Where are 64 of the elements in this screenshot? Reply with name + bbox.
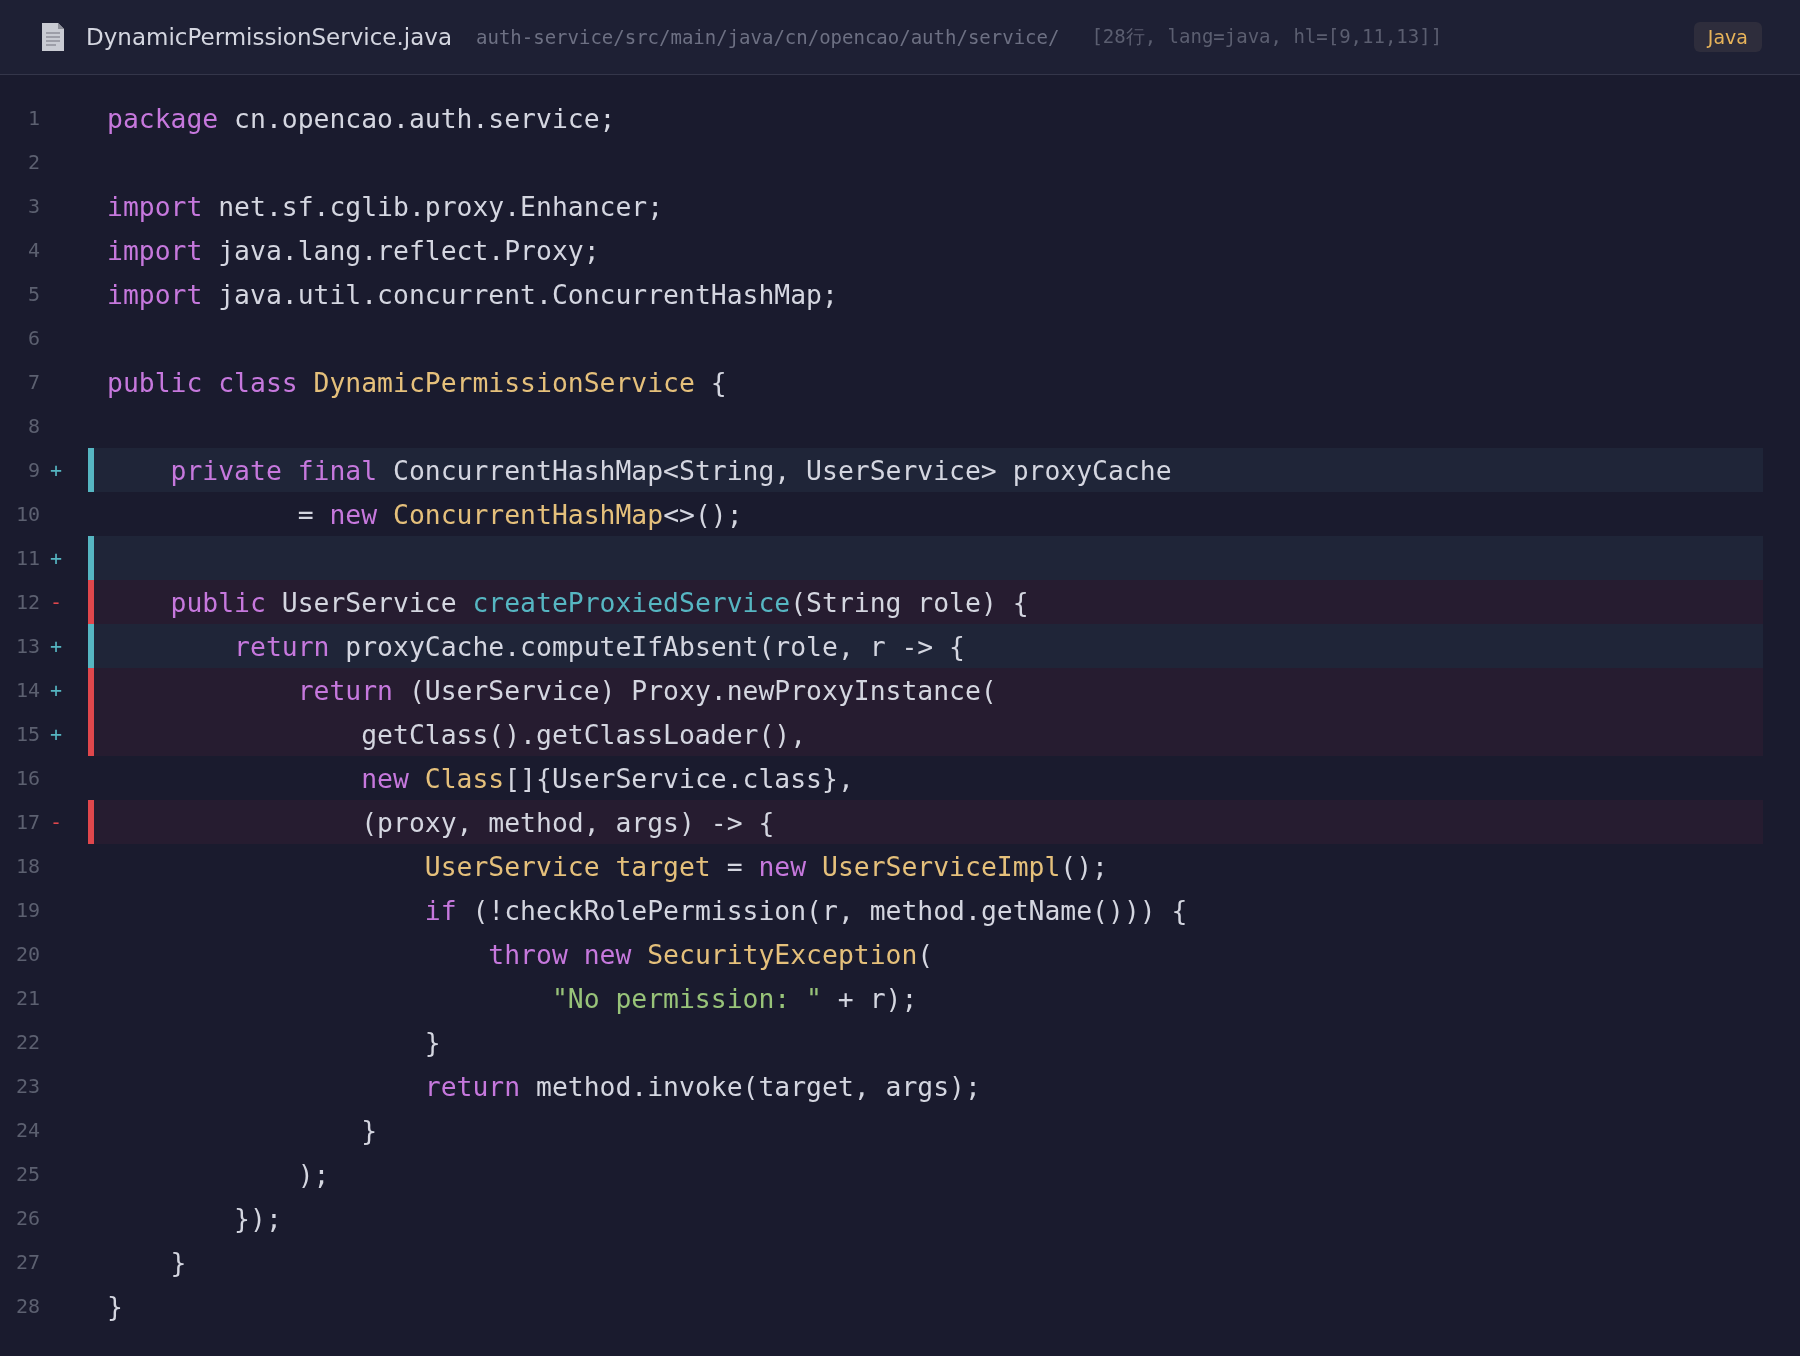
diff-marker: + (49, 634, 63, 658)
line-number: 28 (14, 1294, 40, 1318)
diff-marker: - (49, 810, 63, 834)
line-number: 8 (26, 414, 40, 438)
diff-marker: + (49, 722, 63, 746)
diff-marker: - (49, 590, 63, 614)
line-number: 26 (14, 1206, 40, 1230)
line-number: 3 (26, 194, 40, 218)
line-number: 4 (26, 238, 40, 262)
line-number: 7 (26, 370, 40, 394)
line-number: 22 (14, 1030, 40, 1054)
line-number: 14 (14, 678, 40, 702)
code-line: import net.sf.cglib.proxy.Enhancer; (107, 190, 664, 222)
document-icon (40, 22, 66, 52)
code-line: package cn.opencao.auth.service; (107, 102, 616, 134)
line-number: 6 (26, 326, 40, 350)
code-line: } (107, 1290, 123, 1322)
diff-marker: + (49, 678, 63, 702)
file-name: DynamicPermissionService.java (86, 24, 452, 50)
line-number: 21 (14, 986, 40, 1010)
code-line: (proxy, method, args) -> { (360, 806, 775, 838)
code-line: private final ConcurrentHashMap<String, UserService> proxyCache (169, 454, 1172, 486)
line-number: 2 (26, 150, 40, 174)
code-line: new Class[]{UserService.class}, (360, 762, 854, 794)
code-line: import java.lang.reflect.Proxy; (107, 234, 600, 266)
code-line: UserService target = new UserServiceImpl(); (423, 850, 1108, 882)
diff-marker: + (49, 458, 63, 482)
line-number: 1 (26, 106, 40, 130)
code-line: public UserService createProxiedService(String role) { (169, 586, 1029, 618)
line-number: 11 (14, 546, 40, 570)
file-meta: [28行, lang=java, hl=[9,11,13]] (1091, 24, 1443, 49)
code-line: return (UserService) Proxy.newProxyInstance( (296, 674, 997, 706)
code-line: public class DynamicPermissionService { (107, 366, 727, 398)
code-line: } (169, 1246, 187, 1278)
code-line: throw new SecurityException( (487, 938, 934, 970)
line-number: 27 (14, 1250, 40, 1274)
file-path: auth-service/src/main/java/cn/opencao/auth/service/ (476, 26, 1060, 48)
line-number: 20 (14, 942, 40, 966)
code-line: } (423, 1026, 441, 1058)
line-number: 9 (26, 458, 40, 482)
line-number: 17 (14, 810, 40, 834)
code-line: = new ConcurrentHashMap<>(); (296, 498, 743, 530)
line-number: 25 (14, 1162, 40, 1186)
code-line: if (!checkRolePermission(r, method.getName())) { (423, 894, 1188, 926)
code-line: return proxyCache.computeIfAbsent(role, r -> { (233, 630, 965, 662)
line-number: 10 (14, 502, 40, 526)
code-line: } (360, 1114, 378, 1146)
line-number: 19 (14, 898, 40, 922)
code-line: "No permission: " + r); (550, 982, 918, 1014)
line-number: 13 (14, 634, 40, 658)
diff-marker: + (49, 546, 63, 570)
code-line: getClass().getClassLoader(), (360, 718, 807, 750)
line-number: 18 (14, 854, 40, 878)
code-line: import java.util.concurrent.ConcurrentHashMap; (107, 278, 838, 310)
line-number: 24 (14, 1118, 40, 1142)
line-number: 15 (14, 722, 40, 746)
line-number: 16 (14, 766, 40, 790)
language-badge: Java (1693, 22, 1762, 52)
line-number: 5 (26, 282, 40, 306)
code-line: return method.invoke(target, args); (423, 1070, 981, 1102)
line-number: 12 (14, 590, 40, 614)
line-number: 23 (14, 1074, 40, 1098)
code-line: ); (296, 1158, 330, 1190)
code-line: }); (233, 1202, 282, 1234)
